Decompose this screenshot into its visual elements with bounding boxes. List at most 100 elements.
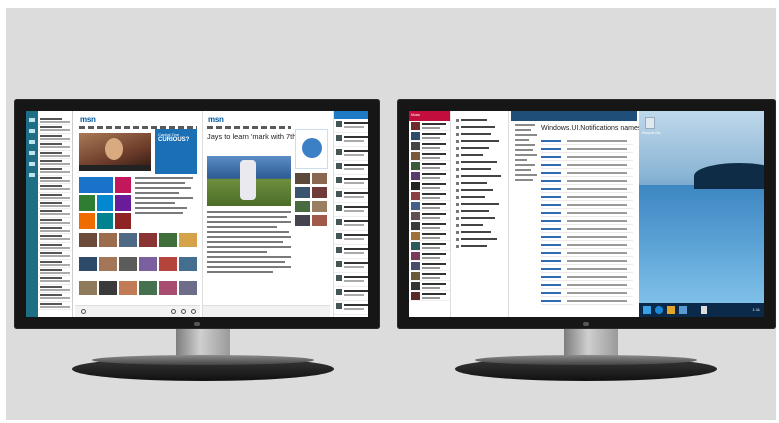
tree-item[interactable]	[453, 208, 508, 215]
list-item[interactable]	[334, 133, 368, 147]
list-item[interactable]	[38, 125, 71, 134]
list-item[interactable]	[38, 293, 71, 302]
tree-item[interactable]	[453, 117, 508, 124]
table-row[interactable]	[541, 257, 633, 265]
list-item[interactable]	[38, 218, 71, 227]
category-nav[interactable]	[207, 126, 291, 129]
tree-item[interactable]	[453, 215, 508, 222]
list-item[interactable]	[409, 231, 450, 241]
story-thumbnail[interactable]	[159, 233, 177, 247]
table-row[interactable]	[541, 225, 633, 233]
story-thumbnail[interactable]	[179, 281, 197, 295]
more-icon[interactable]	[191, 309, 196, 314]
story-thumbnail[interactable]	[99, 233, 117, 247]
story-thumbnail[interactable]	[119, 257, 137, 271]
list-item[interactable]	[409, 181, 450, 191]
list-item[interactable]	[409, 281, 450, 291]
list-item[interactable]	[409, 291, 450, 301]
tree-item[interactable]	[453, 166, 508, 173]
list-item[interactable]	[334, 175, 368, 189]
tree-item[interactable]	[453, 159, 508, 166]
story-thumbnail[interactable]	[99, 257, 117, 271]
table-row[interactable]	[541, 169, 633, 177]
mail-folder-rail[interactable]	[26, 111, 38, 317]
list-item[interactable]	[38, 142, 71, 151]
table-row[interactable]	[541, 249, 633, 257]
trash-icon[interactable]	[29, 173, 35, 177]
table-row[interactable]	[541, 233, 633, 241]
story-thumbnail[interactable]	[139, 281, 157, 295]
table-row[interactable]	[541, 217, 633, 225]
list-item[interactable]	[334, 161, 368, 175]
list-item[interactable]	[38, 184, 71, 193]
list-item[interactable]	[38, 193, 71, 201]
table-row[interactable]	[541, 177, 633, 185]
table-row[interactable]	[541, 241, 633, 249]
table-row[interactable]	[541, 145, 633, 153]
list-item[interactable]	[409, 161, 450, 171]
tree-item[interactable]	[453, 187, 508, 194]
list-item[interactable]	[334, 189, 368, 203]
list-item[interactable]	[334, 273, 368, 287]
related-thumbnail[interactable]	[295, 187, 310, 198]
story-thumbnail[interactable]	[119, 233, 137, 247]
news-tile[interactable]	[115, 177, 131, 193]
table-row[interactable]	[541, 265, 633, 273]
list-item[interactable]	[38, 302, 71, 310]
explorer-icon[interactable]	[667, 306, 675, 314]
tree-item[interactable]	[453, 243, 508, 250]
list-item[interactable]	[38, 285, 71, 294]
list-item[interactable]	[38, 251, 71, 260]
list-item[interactable]	[409, 221, 450, 231]
share-icon[interactable]	[181, 309, 186, 314]
hero-image[interactable]	[79, 133, 151, 171]
mail-app[interactable]	[26, 111, 73, 317]
weather-tile[interactable]	[79, 177, 113, 193]
keyboard-icon[interactable]	[701, 306, 707, 314]
table-row[interactable]	[541, 289, 633, 297]
related-thumbnail[interactable]	[295, 215, 310, 226]
tree-item[interactable]	[453, 124, 508, 131]
start-icon[interactable]	[643, 306, 651, 314]
story-thumbnail[interactable]	[139, 233, 157, 247]
health-tile[interactable]	[97, 213, 113, 229]
table-row[interactable]	[541, 209, 633, 217]
list-item[interactable]	[38, 167, 71, 176]
tree-item[interactable]	[453, 131, 508, 138]
list-item[interactable]	[334, 147, 368, 161]
list-item[interactable]	[409, 251, 450, 261]
ie-icon[interactable]	[655, 306, 663, 314]
list-item[interactable]	[38, 268, 71, 277]
list-item[interactable]	[38, 234, 71, 243]
table-row[interactable]	[541, 137, 633, 145]
article-photo[interactable]	[207, 156, 291, 206]
list-item[interactable]	[38, 209, 71, 218]
list-item[interactable]	[409, 121, 450, 131]
table-row[interactable]	[541, 153, 633, 161]
browser-bar[interactable]	[511, 111, 637, 121]
sports-tile[interactable]	[97, 195, 113, 211]
list-item[interactable]	[409, 141, 450, 151]
related-thumbnail[interactable]	[295, 173, 310, 184]
list-item[interactable]	[409, 201, 450, 211]
list-item[interactable]	[334, 119, 368, 133]
list-item[interactable]	[38, 151, 71, 159]
list-item[interactable]	[409, 131, 450, 141]
food-tile[interactable]	[79, 213, 95, 229]
list-item[interactable]	[38, 276, 71, 285]
list-item[interactable]	[334, 259, 368, 273]
list-item[interactable]	[38, 226, 71, 235]
tree-item[interactable]	[453, 152, 508, 159]
related-thumbnail[interactable]	[312, 173, 327, 184]
refresh-icon[interactable]	[171, 309, 176, 314]
tree-item[interactable]	[453, 229, 508, 236]
list-item[interactable]	[334, 203, 368, 217]
story-thumbnail[interactable]	[99, 281, 117, 295]
money-tile[interactable]	[79, 195, 95, 211]
tree-item[interactable]	[453, 236, 508, 243]
tree-item[interactable]	[453, 138, 508, 145]
list-item[interactable]	[38, 159, 71, 168]
tree-item[interactable]	[453, 173, 508, 180]
sent-icon[interactable]	[29, 151, 35, 155]
story-thumbnail[interactable]	[119, 281, 137, 295]
